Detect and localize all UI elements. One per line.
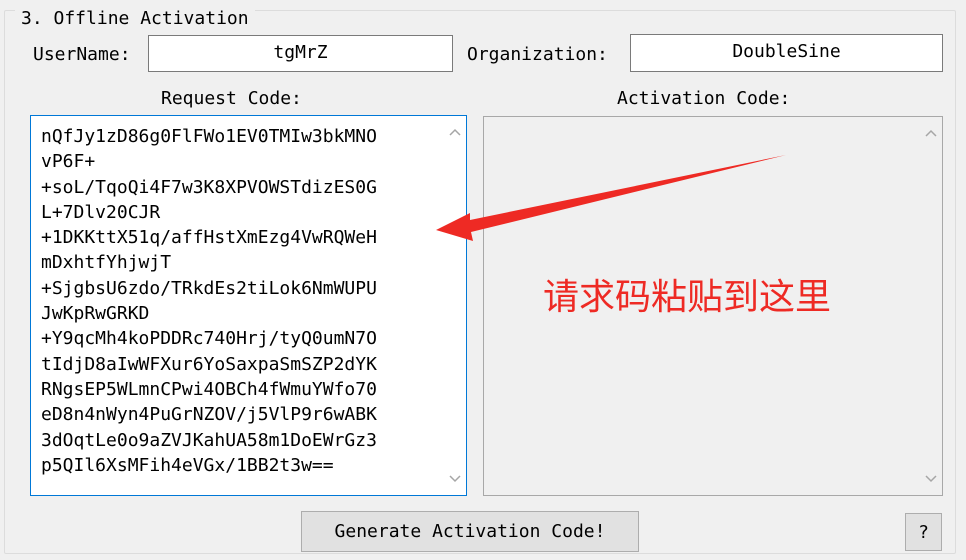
request-code-line: JwKpRwGRKD — [41, 303, 150, 325]
paste-here-annotation: 请求码粘贴到这里 — [543, 277, 832, 318]
username-field[interactable]: tgMrZ — [148, 35, 453, 72]
chevron-up-icon[interactable] — [921, 122, 941, 144]
request-code-line: tIdjD8aIwWFXur6YoSaxpaSmSZP2dYK — [41, 353, 377, 375]
request-code-line: vP6F+ — [41, 151, 96, 173]
request-code-line: +SjgbsU6zdo/TRkdEs2tiLok6NmWUPU — [41, 277, 377, 299]
chevron-down-icon[interactable] — [445, 468, 465, 490]
group-title: 3. Offline Activation — [15, 7, 255, 31]
chevron-up-icon[interactable] — [445, 121, 465, 143]
activation-code-label: Activation Code: — [617, 88, 791, 109]
request-code-line: mDxhtfYhjwjT — [41, 252, 172, 274]
request-code-line: RNgsEP5WLmnCPwi4OBCh4fWmuYWfo70 — [41, 378, 377, 400]
generate-activation-code-button[interactable]: Generate Activation Code! — [301, 511, 639, 552]
organization-field[interactable]: DoubleSine — [630, 34, 943, 72]
request-code-textarea[interactable]: nQfJy1zD86g0FlFWo1EV0TMIw3bkMNO vP6F+ +soL… — [30, 115, 467, 496]
request-code-line: 3dOqtLe0o9aZVJKahUA58m1DoEWrGz3 — [41, 429, 377, 451]
request-code-line: +soL/TqoQi4F7w3K8XPVOWSTdizES0G — [41, 176, 377, 198]
request-code-line: p5QIl6XsMFih4eVGx/1BB2t3w== — [41, 454, 334, 476]
request-code-line: +Y9qcMh4koPDDRc740Hrj/tyQ0umN7O — [41, 328, 377, 350]
request-code-label: Request Code: — [161, 88, 302, 109]
request-code-line: nQfJy1zD86g0FlFWo1EV0TMIw3bkMNO — [41, 126, 377, 147]
request-code-line: L+7Dlv20CJR — [41, 201, 161, 223]
help-button[interactable]: ? — [905, 513, 942, 551]
request-code-text: nQfJy1zD86g0FlFWo1EV0TMIw3bkMNO vP6F+ +soL… — [41, 124, 441, 478]
chevron-down-icon[interactable] — [921, 468, 941, 490]
request-code-scrollbar[interactable] — [445, 117, 465, 494]
request-code-line: eD8n4nWyn4PuGrNZOV/j5VlP9r6wABK — [41, 404, 377, 426]
organization-label: Organization: — [467, 44, 608, 65]
request-code-line: +1DKKttX51q/affHstXmEzg4VwRQWeH — [41, 227, 377, 249]
activation-code-scrollbar[interactable] — [921, 118, 941, 494]
username-label: UserName: — [33, 44, 131, 65]
